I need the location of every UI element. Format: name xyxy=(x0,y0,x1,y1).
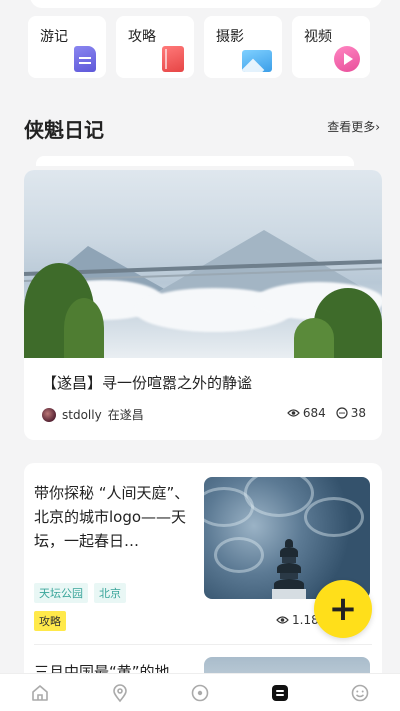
tab-profile[interactable] xyxy=(348,681,372,705)
hero-image xyxy=(24,170,382,358)
tag-beijing[interactable]: 北京 xyxy=(94,583,126,603)
divider xyxy=(34,644,372,645)
views-count: 684 xyxy=(302,406,326,420)
video-play-icon xyxy=(334,46,360,72)
category-video[interactable]: 视频 xyxy=(292,16,370,78)
comment-icon xyxy=(336,407,348,419)
notebook-icon xyxy=(272,684,288,701)
featured-title: 【遂昌】寻一份喧嚣之外的静谧 xyxy=(42,374,253,392)
category-label: 攻略 xyxy=(128,29,156,45)
location-pin-icon xyxy=(113,683,127,702)
category-travelogue[interactable]: 游记 xyxy=(28,16,106,78)
featured-diary-card[interactable]: 【遂昌】寻一份喧嚣之外的静谧 stdolly 在遂昌 684 38 xyxy=(24,170,382,440)
views-stat: 1.18 xyxy=(276,613,319,627)
compass-icon xyxy=(191,684,209,701)
tab-discover[interactable] xyxy=(188,681,212,705)
previous-card-edge xyxy=(30,0,382,8)
card-stack-edge xyxy=(36,156,354,166)
avatar xyxy=(42,407,56,422)
author-name: stdolly xyxy=(62,407,102,422)
category-label: 视频 xyxy=(304,29,332,45)
smiley-face-icon xyxy=(351,684,369,701)
post-title[interactable]: 带你探秘 “人间天庭”、北京的城市logo——天坛，一起春日… xyxy=(34,481,199,553)
book-icon xyxy=(162,46,184,72)
home-icon xyxy=(32,684,48,701)
eye-icon xyxy=(276,616,289,624)
category-label: 摄影 xyxy=(216,29,244,45)
see-more-link[interactable]: 查看更多› xyxy=(327,118,380,135)
add-post-button[interactable]: + xyxy=(314,580,372,638)
photo-icon xyxy=(242,50,272,72)
eye-icon xyxy=(286,409,300,417)
category-guide[interactable]: 攻略 xyxy=(116,16,194,78)
category-row: 游记 攻略 摄影 视频 xyxy=(28,16,370,78)
temple-of-heaven-image xyxy=(272,539,306,599)
tab-home[interactable] xyxy=(28,681,52,705)
category-label: 游记 xyxy=(40,29,68,45)
author-location: 在遂昌 xyxy=(107,408,144,422)
plus-icon: + xyxy=(328,589,358,629)
type-badge: 攻略 xyxy=(34,611,66,631)
category-photography[interactable]: 摄影 xyxy=(204,16,282,78)
note-icon xyxy=(74,46,96,72)
comments-stat: 38 xyxy=(336,406,366,420)
author-row[interactable]: stdolly 在遂昌 xyxy=(42,406,144,423)
views-stat: 684 xyxy=(286,406,326,420)
tab-location[interactable] xyxy=(108,681,132,705)
featured-stats: 684 38 xyxy=(286,406,366,420)
tag-temple-park[interactable]: 天坛公园 xyxy=(34,583,88,603)
bottom-tab-bar xyxy=(0,673,400,711)
tab-diary[interactable] xyxy=(268,681,292,705)
section-title: 侠魁日记 xyxy=(24,118,104,142)
comments-count: 38 xyxy=(350,406,366,420)
